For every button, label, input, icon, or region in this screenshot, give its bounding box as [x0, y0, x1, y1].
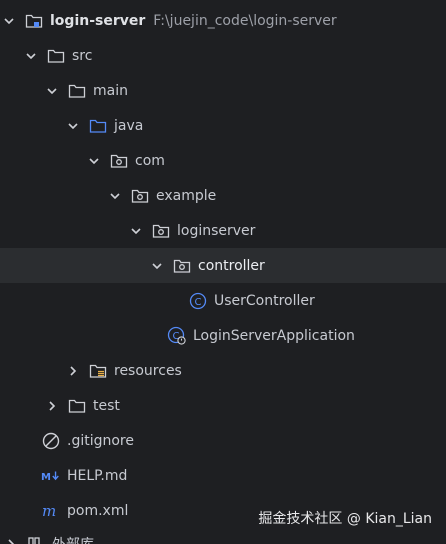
- markdown-icon: M: [41, 467, 61, 485]
- resources-folder-icon: [88, 362, 108, 380]
- project-tree: login-server F:\juejin_code\login-server…: [0, 0, 446, 544]
- tree-item-user-controller[interactable]: C UserController: [0, 283, 446, 318]
- tree-label: java: [114, 117, 144, 134]
- project-path: F:\juejin_code\login-server: [153, 12, 337, 29]
- svg-text:M: M: [41, 472, 51, 483]
- tree-label: com: [135, 152, 165, 169]
- tree-item-loginserver[interactable]: loginserver: [0, 213, 446, 248]
- tree-item-main[interactable]: main: [0, 73, 446, 108]
- tree-label: main: [93, 82, 128, 99]
- tree-item-project-root[interactable]: login-server F:\juejin_code\login-server: [0, 3, 446, 38]
- chevron-right-icon[interactable]: [45, 399, 59, 413]
- tree-item-com[interactable]: com: [0, 143, 446, 178]
- maven-icon: m: [41, 502, 61, 520]
- tree-label: resources: [114, 362, 182, 379]
- tree-item-src[interactable]: src: [0, 38, 446, 73]
- tree-item-resources[interactable]: resources: [0, 353, 446, 388]
- chevron-right-icon[interactable]: [4, 537, 18, 544]
- module-folder-icon: [24, 12, 44, 30]
- tree-label: loginserver: [177, 222, 256, 239]
- tree-item-gitignore[interactable]: .gitignore: [0, 423, 446, 458]
- source-folder-icon: [88, 117, 108, 135]
- tree-item-external-libraries[interactable]: 外部库: [0, 530, 446, 544]
- folder-icon: [67, 397, 87, 415]
- tree-item-test[interactable]: test: [0, 388, 446, 423]
- package-icon: [151, 222, 171, 240]
- tree-label: controller: [198, 257, 265, 274]
- chevron-down-icon[interactable]: [45, 84, 59, 98]
- chevron-right-icon[interactable]: [66, 364, 80, 378]
- tree-label: UserController: [214, 292, 315, 309]
- tree-label: HELP.md: [67, 467, 128, 484]
- chevron-down-icon[interactable]: [2, 14, 16, 28]
- chevron-down-icon[interactable]: [129, 224, 143, 238]
- tree-item-login-server-application[interactable]: C LoginServerApplication: [0, 318, 446, 353]
- chevron-down-icon[interactable]: [150, 259, 164, 273]
- tree-label: 外部库: [52, 534, 94, 544]
- tree-item-controller[interactable]: controller: [0, 248, 446, 283]
- svg-text:C: C: [195, 296, 202, 307]
- folder-icon: [46, 47, 66, 65]
- tree-item-java[interactable]: java: [0, 108, 446, 143]
- class-icon: C: [188, 292, 208, 310]
- package-icon: [172, 257, 192, 275]
- package-icon: [109, 152, 129, 170]
- spring-boot-application-icon: C: [167, 326, 187, 345]
- tree-label: test: [93, 397, 120, 414]
- tree-label: src: [72, 47, 93, 64]
- library-icon: [26, 535, 46, 544]
- tree-item-example[interactable]: example: [0, 178, 446, 213]
- tree-label: .gitignore: [67, 432, 134, 449]
- tree-label: LoginServerApplication: [193, 327, 355, 344]
- chevron-down-icon[interactable]: [87, 154, 101, 168]
- watermark: 掘金技术社区 @ Kian_Lian: [258, 511, 432, 527]
- chevron-down-icon[interactable]: [24, 49, 38, 63]
- project-name: login-server: [50, 12, 146, 29]
- package-icon: [130, 187, 150, 205]
- chevron-down-icon[interactable]: [108, 189, 122, 203]
- tree-label: pom.xml: [67, 502, 129, 519]
- folder-icon: [67, 82, 87, 100]
- chevron-down-icon[interactable]: [66, 119, 80, 133]
- svg-text:m: m: [42, 503, 56, 519]
- tree-item-help-md[interactable]: M HELP.md: [0, 458, 446, 493]
- tree-label: example: [156, 187, 217, 204]
- ignore-icon: [41, 432, 61, 450]
